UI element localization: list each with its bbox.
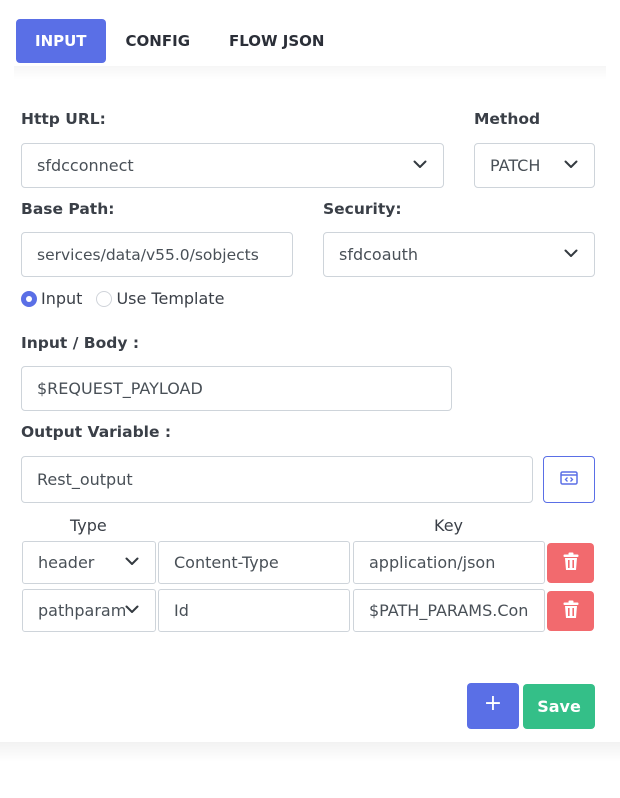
base-path-label: Base Path: [21, 200, 115, 218]
http-url-label: Http URL: [21, 110, 106, 128]
method-select[interactable]: PATCH [474, 143, 595, 188]
radio-checked-icon[interactable] [21, 290, 37, 307]
http-url-select[interactable]: sfdcconnect [21, 143, 444, 188]
radio-use-template[interactable]: Use Template [96, 289, 224, 308]
trash-icon [563, 552, 579, 575]
param-value-value: application/json [369, 553, 496, 572]
method-label: Method [474, 110, 541, 128]
param-type-select[interactable]: header [22, 541, 156, 584]
tab-bar-shadow [14, 66, 606, 80]
tab-flow-json[interactable]: FLOW JSON [210, 19, 343, 63]
chevron-down-icon [564, 157, 578, 171]
code-window-icon [560, 470, 578, 489]
http-url-value: sfdcconnect [37, 156, 134, 175]
security-label: Security: [323, 200, 402, 218]
output-variable-label: Output Variable : [21, 423, 172, 441]
param-key-value: Id [174, 601, 189, 620]
delete-row-button[interactable] [547, 591, 594, 631]
column-header-type: Type [70, 516, 107, 535]
radio-input[interactable]: Input [21, 289, 82, 308]
param-type-value: header [38, 553, 95, 572]
param-type-select[interactable]: pathparam [22, 589, 156, 632]
security-select[interactable]: sfdcoauth [323, 232, 595, 277]
method-value: PATCH [490, 156, 541, 175]
param-type-value: pathparam [38, 601, 127, 620]
chevron-down-icon [125, 602, 139, 616]
param-key-input[interactable]: Content-Type [158, 541, 350, 584]
tab-config[interactable]: CONFIG [106, 19, 210, 63]
trash-icon [563, 600, 579, 623]
base-path-input[interactable]: services/data/v55.0/sobjects [21, 232, 293, 277]
security-value: sfdcoauth [339, 245, 419, 264]
input-body-value: $REQUEST_PAYLOAD [37, 379, 203, 398]
radio-unchecked-icon[interactable] [96, 290, 113, 307]
param-key-input[interactable]: Id [158, 589, 350, 632]
output-variable-input[interactable]: Rest_output [21, 456, 533, 503]
param-value-input[interactable]: application/json [353, 541, 545, 584]
delete-row-button[interactable] [547, 543, 594, 583]
output-variable-value: Rest_output [37, 470, 133, 489]
radio-use-template-label: Use Template [116, 289, 225, 308]
input-body-input[interactable]: $REQUEST_PAYLOAD [21, 366, 452, 411]
input-body-label: Input / Body : [21, 334, 140, 352]
param-value-value: $PATH_PARAMS.Con [369, 601, 529, 620]
param-key-value: Content-Type [174, 553, 279, 572]
panel-bottom-shadow [0, 742, 620, 762]
chevron-down-icon [413, 157, 427, 171]
code-editor-button[interactable] [543, 456, 595, 503]
radio-input-label: Input [41, 289, 83, 308]
param-value-input[interactable]: $PATH_PARAMS.Con [353, 589, 545, 632]
column-header-key: Key [434, 516, 464, 535]
base-path-value: services/data/v55.0/sobjects [37, 245, 259, 264]
add-row-button[interactable]: + [467, 683, 519, 729]
save-button[interactable]: Save [523, 684, 595, 729]
chevron-down-icon [564, 246, 578, 260]
mode-radio-group: Input Use Template [21, 289, 238, 308]
tab-input[interactable]: INPUT [16, 19, 106, 63]
tab-bar: INPUT CONFIG FLOW JSON [16, 19, 343, 63]
chevron-down-icon [125, 554, 139, 568]
